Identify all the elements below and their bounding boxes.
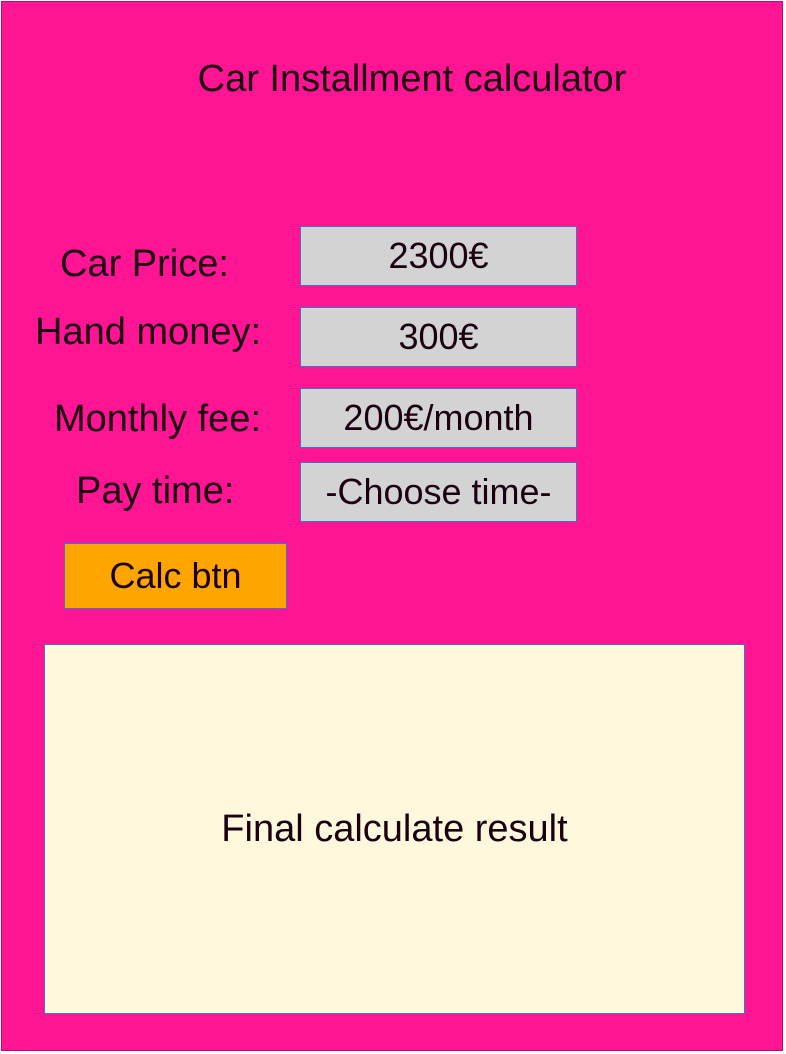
- monthly-fee-label: Monthly fee:: [54, 398, 261, 440]
- hand-money-label: Hand money:: [35, 311, 262, 353]
- page-title: Car Installment calculator: [197, 58, 627, 100]
- result-text: Final calculate result: [221, 807, 568, 850]
- pay-time-select[interactable]: -Choose time-: [300, 462, 577, 522]
- hand-money-input[interactable]: [300, 307, 577, 367]
- monthly-fee-input[interactable]: [300, 388, 577, 448]
- result-box: Final calculate result: [44, 644, 745, 1014]
- car-price-label: Car Price:: [60, 243, 229, 285]
- car-price-input[interactable]: [300, 226, 577, 286]
- calculator-panel: Car Installment calculator Car Price: Ha…: [1, 1, 783, 1051]
- calc-button[interactable]: Calc btn: [64, 543, 287, 609]
- pay-time-label: Pay time:: [76, 470, 235, 512]
